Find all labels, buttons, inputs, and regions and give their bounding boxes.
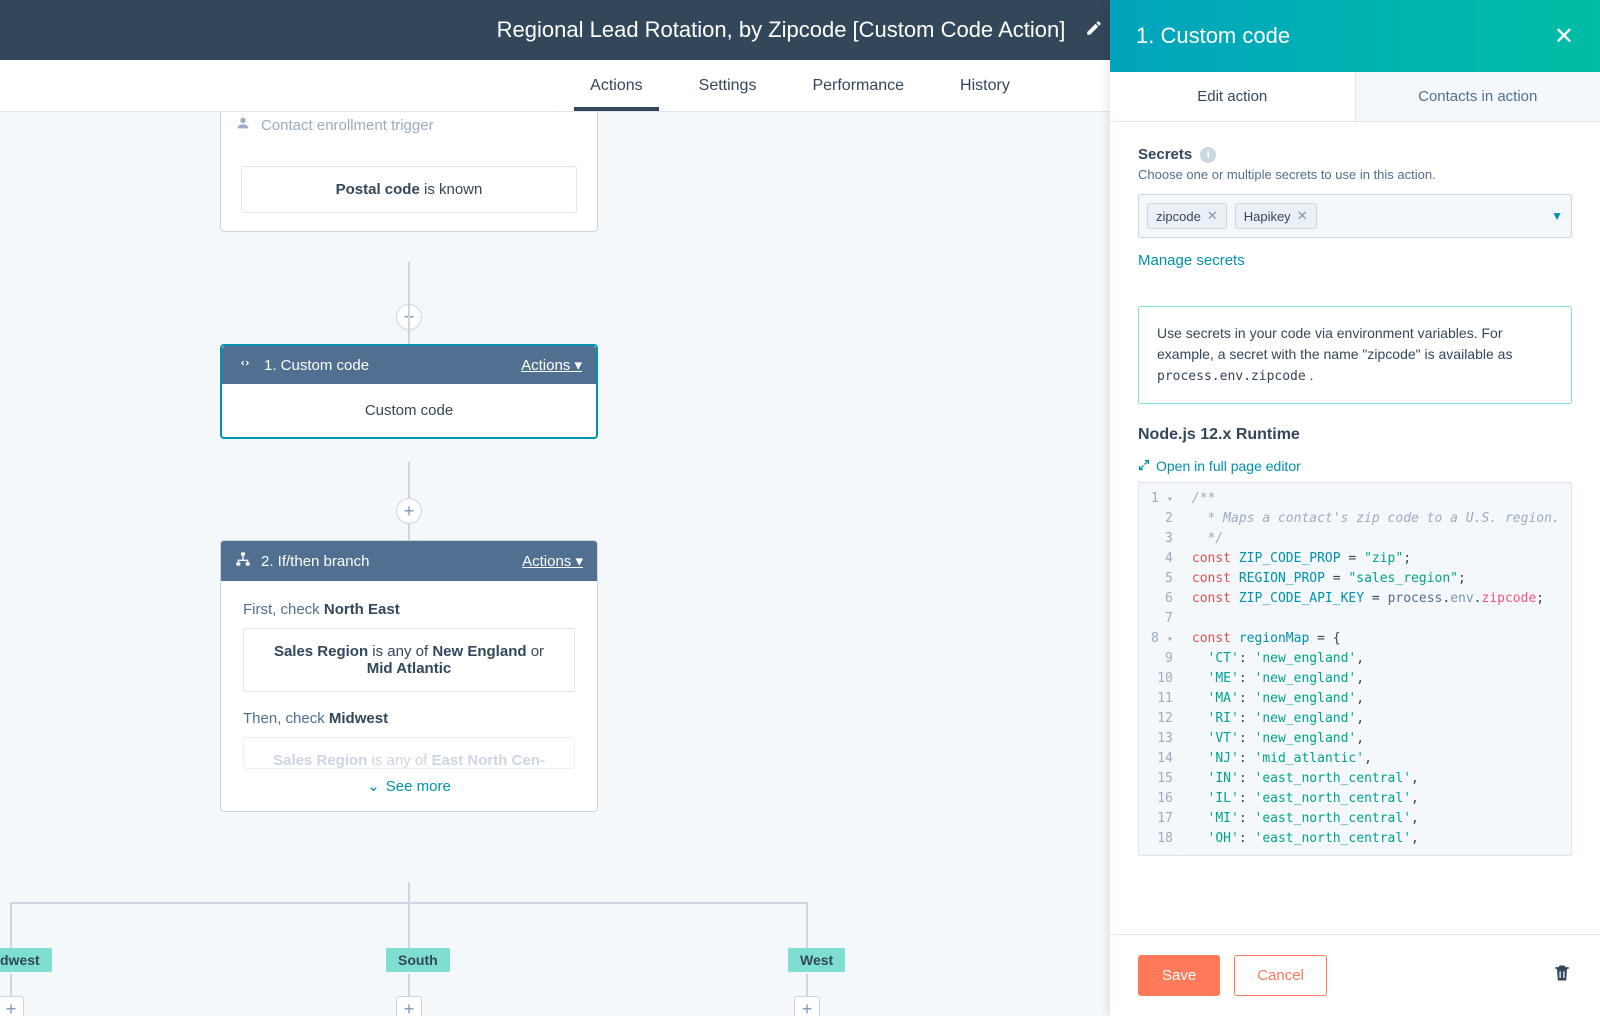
panel-tabs: Edit action Contacts in action xyxy=(1110,72,1600,122)
branch-add-2[interactable]: + xyxy=(794,996,820,1016)
chevron-down-icon: ▾ xyxy=(574,357,582,374)
branch-body: First, check North East Sales Region is … xyxy=(221,581,597,811)
chevron-down-icon: ▾ xyxy=(575,553,583,570)
code-editor[interactable]: 1 ▾2345678 ▾9101112131415161718 /** * Ma… xyxy=(1138,482,1572,856)
trigger-condition: Postal code is known xyxy=(241,166,577,213)
panel-title: 1. Custom code xyxy=(1136,23,1554,49)
code-gutter: 1 ▾2345678 ▾9101112131415161718 xyxy=(1139,483,1182,855)
contact-icon xyxy=(235,115,251,135)
chevron-down-icon: ⌄ xyxy=(367,778,380,795)
branch-add-0[interactable]: + xyxy=(0,996,24,1016)
node-trigger[interactable]: Contact enrollment trigger Postal code i… xyxy=(220,112,598,232)
branch-title: 2. If/then branch xyxy=(261,553,369,570)
branch-then-check: Then, check Midwest xyxy=(243,692,575,737)
connector xyxy=(10,974,12,998)
branch-add-1[interactable]: + xyxy=(396,996,422,1016)
cancel-button[interactable]: Cancel xyxy=(1234,955,1327,996)
panel-header: 1. Custom code ✕ xyxy=(1110,0,1600,72)
tab-actions[interactable]: Actions xyxy=(562,60,670,111)
tab-performance[interactable]: Performance xyxy=(784,60,932,111)
workflow-title: Regional Lead Rotation, by Zipcode [Cust… xyxy=(497,17,1066,43)
remove-chip-icon[interactable]: ✕ xyxy=(1207,208,1218,224)
connector xyxy=(408,902,410,948)
remove-chip-icon[interactable]: ✕ xyxy=(1297,208,1308,224)
connector xyxy=(806,974,808,998)
trigger-title: Contact enrollment trigger xyxy=(261,117,434,134)
trigger-body: Postal code is known xyxy=(221,148,597,231)
tab-history[interactable]: History xyxy=(932,60,1038,111)
custom-code-header: 1. Custom code Actions ▾ xyxy=(222,346,596,384)
branch-first-check: First, check North East xyxy=(243,587,575,628)
see-more-link[interactable]: ⌄See more xyxy=(243,769,575,797)
manage-secrets-link[interactable]: Manage secrets xyxy=(1138,252,1245,269)
add-step-2[interactable]: + xyxy=(396,498,422,524)
panel-footer: Save Cancel xyxy=(1110,934,1600,1016)
secrets-label: Secrets i xyxy=(1138,146,1572,163)
connector xyxy=(806,902,808,948)
branch-icon xyxy=(235,551,251,571)
delete-icon[interactable] xyxy=(1552,962,1572,989)
chip-hapikey: Hapikey✕ xyxy=(1235,203,1317,229)
chip-zipcode: zipcode✕ xyxy=(1147,203,1227,229)
trigger-header: Contact enrollment trigger xyxy=(221,112,597,148)
connector xyxy=(10,902,12,948)
connector xyxy=(408,882,410,904)
side-panel: 1. Custom code ✕ Edit action Contacts in… xyxy=(1110,0,1600,1016)
open-fullpage-link[interactable]: Open in full page editor xyxy=(1138,458,1572,474)
expand-icon xyxy=(1138,458,1150,474)
edit-title-icon[interactable] xyxy=(1085,19,1103,42)
node-branch[interactable]: 2. If/then branch Actions ▾ First, check… xyxy=(220,540,598,812)
panel-body: Secrets i Choose one or multiple secrets… xyxy=(1110,122,1600,934)
tab-settings[interactable]: Settings xyxy=(671,60,785,111)
connector xyxy=(408,974,410,998)
custom-code-body: Custom code xyxy=(222,384,596,437)
workflow-canvas[interactable]: Contact enrollment trigger Postal code i… xyxy=(0,112,1110,1016)
connector xyxy=(408,262,410,344)
code-icon xyxy=(236,356,254,374)
custom-code-actions-dropdown[interactable]: Actions ▾ xyxy=(521,356,582,374)
branch-actions-dropdown[interactable]: Actions ▾ xyxy=(522,552,583,570)
node-custom-code[interactable]: 1. Custom code Actions ▾ Custom code xyxy=(220,344,598,439)
secrets-sublabel: Choose one or multiple secrets to use in… xyxy=(1138,167,1572,182)
secrets-hint: Use secrets in your code via environment… xyxy=(1138,306,1572,404)
branch-condition-2: Sales Region is any of East North Cen- xyxy=(243,737,575,769)
chevron-down-icon: ▼ xyxy=(1551,209,1563,223)
branch-header: 2. If/then branch Actions ▾ xyxy=(221,541,597,581)
branch-pill-2[interactable]: West xyxy=(788,948,845,972)
info-icon[interactable]: i xyxy=(1200,147,1216,163)
code-lines[interactable]: /** * Maps a contact's zip code to a U.S… xyxy=(1182,483,1571,855)
branch-pill-0[interactable]: dwest xyxy=(0,948,52,972)
branch-pill-1[interactable]: South xyxy=(386,948,450,972)
save-button[interactable]: Save xyxy=(1138,955,1220,996)
custom-code-title: 1. Custom code xyxy=(264,357,369,374)
panel-tab-edit[interactable]: Edit action xyxy=(1110,72,1355,121)
runtime-label: Node.js 12.x Runtime xyxy=(1138,426,1572,444)
branch-condition-1: Sales Region is any of New England or Mi… xyxy=(243,628,575,692)
secrets-select[interactable]: zipcode✕ Hapikey✕ ▼ xyxy=(1138,194,1572,238)
panel-tab-contacts[interactable]: Contacts in action xyxy=(1355,72,1600,121)
close-icon[interactable]: ✕ xyxy=(1554,22,1574,51)
